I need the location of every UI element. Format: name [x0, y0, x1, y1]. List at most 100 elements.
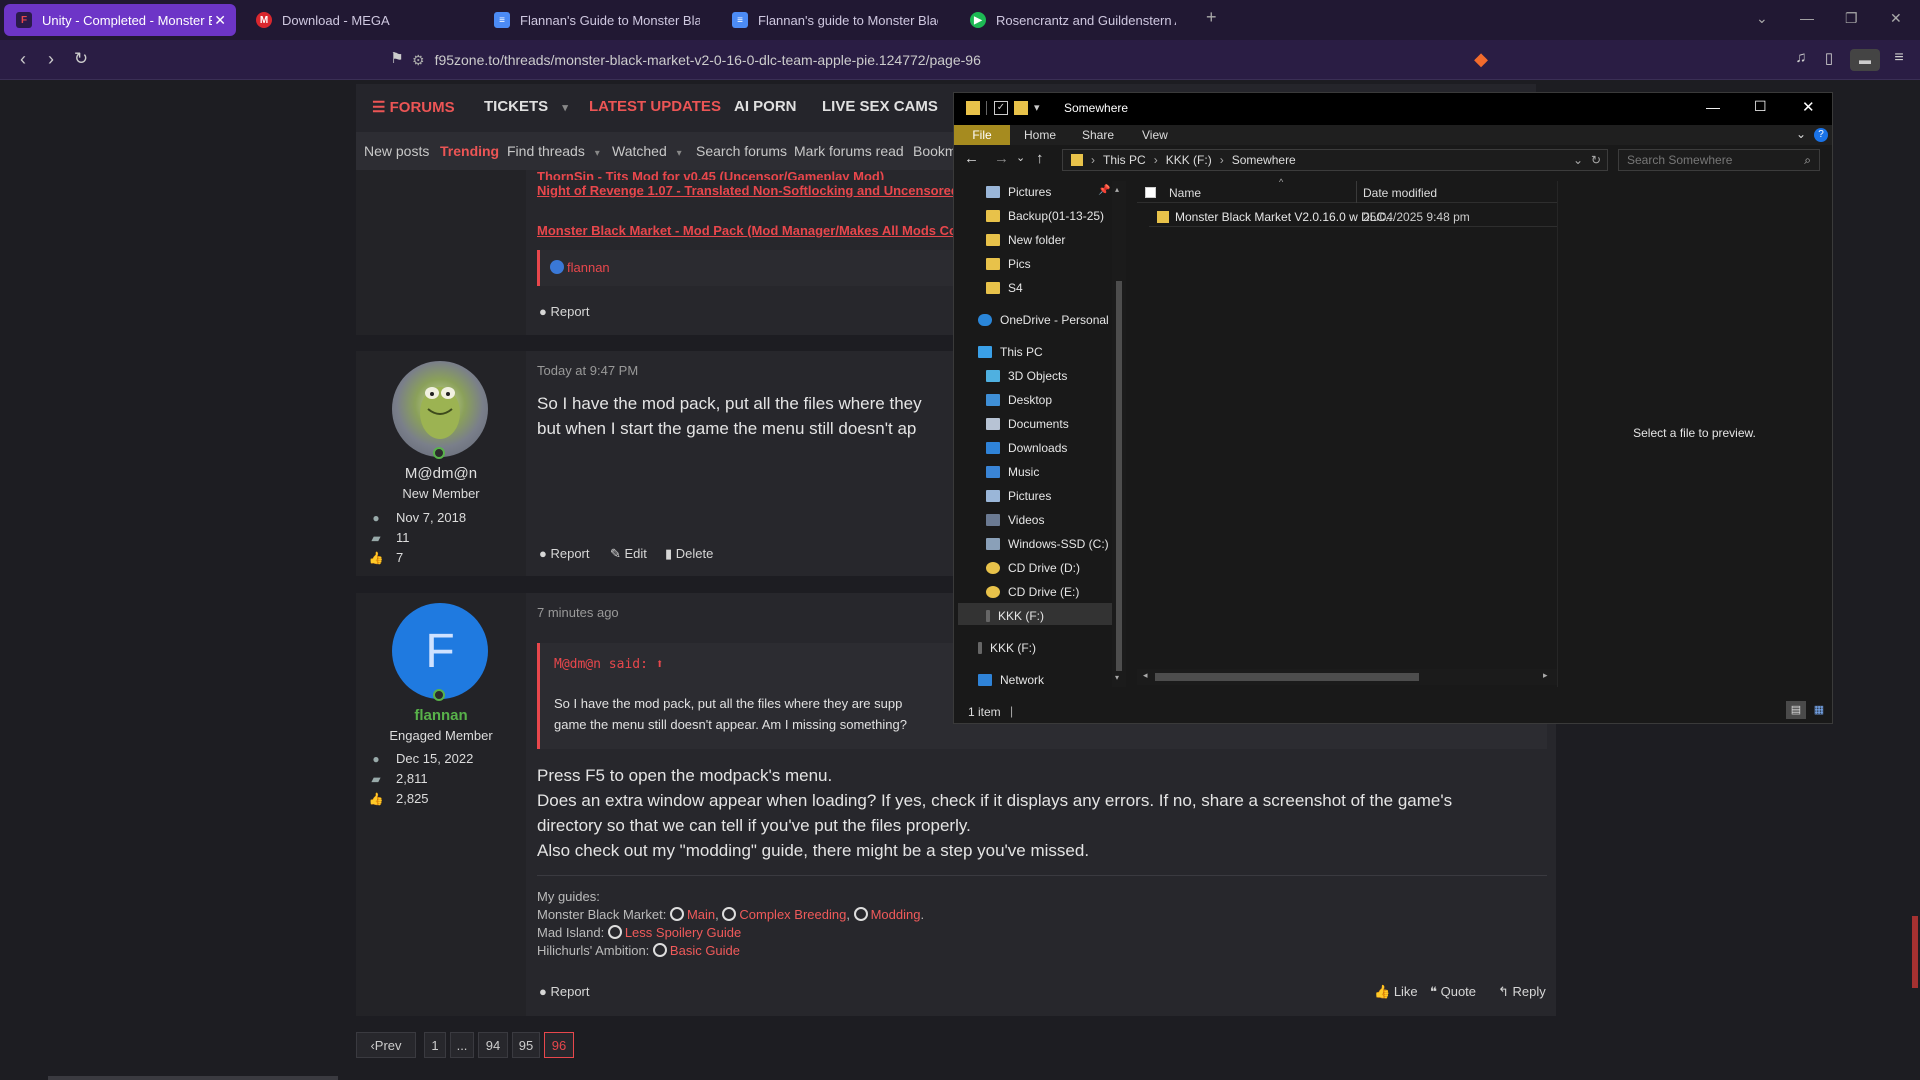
tab-unity[interactable]: F Unity - Completed - Monster B ✕	[4, 4, 236, 36]
help-icon[interactable]: ?	[1814, 128, 1828, 142]
signature-link-night-of-revenge[interactable]: Night of Revenge 1.07 - Translated Non-S…	[537, 183, 957, 198]
ribbon-tab-view[interactable]: View	[1142, 128, 1168, 142]
close-window-icon[interactable]: ✕	[1890, 10, 1902, 27]
guide-link-complex-breeding[interactable]: Complex Breeding	[739, 907, 846, 922]
nav-live-sex-cams[interactable]: LIVE SEX CAMS	[822, 98, 938, 115]
report-button[interactable]: ● Report	[539, 304, 590, 319]
details-view-icon[interactable]: ▤	[1786, 701, 1806, 719]
tab-list-chevron-icon[interactable]: ⌄	[1756, 10, 1768, 27]
scroll-down-icon[interactable]: ▾	[1115, 673, 1119, 682]
nav-item-windows-ssd[interactable]: Windows-SSD (C:)	[986, 537, 1109, 551]
properties-icon[interactable]: ✓	[994, 101, 1008, 115]
minimize-icon[interactable]: —	[1800, 10, 1814, 26]
menu-icon[interactable]: ≡	[1888, 49, 1910, 67]
subnav-find-threads[interactable]: Find threads ▾	[507, 143, 600, 159]
subnav-watched[interactable]: Watched ▾	[612, 143, 682, 159]
nav-item-pictures[interactable]: Pictures	[986, 489, 1051, 503]
explorer-path-bar[interactable]: › This PC › KKK (F:) › Somewhere ⌄ ↻	[1062, 149, 1608, 171]
delete-button[interactable]: ▮ Delete	[665, 546, 713, 562]
nav-scrollbar[interactable]: ▴ ▾	[1112, 181, 1126, 687]
url-field[interactable]: ⚙ f95zone.to/threads/monster-black-marke…	[412, 46, 1512, 74]
column-divider[interactable]	[1356, 181, 1357, 203]
avatar[interactable]: F	[392, 603, 488, 699]
page-95[interactable]: 95	[512, 1032, 540, 1058]
wallet-icon[interactable]: ▬	[1850, 49, 1880, 71]
file-hscrollbar[interactable]: ◂ ▸	[1137, 669, 1557, 685]
nav-item-cd-e[interactable]: CD Drive (E:)	[986, 585, 1079, 599]
scroll-up-icon[interactable]: ▴	[1115, 185, 1119, 194]
nav-item-pictures-quick[interactable]: Pictures	[986, 185, 1051, 199]
signature-link-mbm-mod-pack[interactable]: Monster Black Market - Mod Pack (Mod Man…	[537, 223, 957, 238]
minimize-icon[interactable]: —	[1706, 99, 1720, 115]
back-icon[interactable]: ‹	[12, 49, 34, 70]
guide-link-mad-island[interactable]: Less Spoilery Guide	[625, 925, 741, 940]
ribbon-tab-home[interactable]: Home	[1024, 128, 1056, 142]
select-all-checkbox[interactable]	[1145, 187, 1156, 198]
path-somewhere[interactable]: Somewhere	[1232, 153, 1296, 167]
explorer-search-input[interactable]: Search Somewhere ⌕	[1618, 149, 1820, 171]
scroll-left-icon[interactable]: ◂	[1143, 670, 1148, 681]
nav-item-downloads[interactable]: Downloads	[986, 441, 1067, 455]
nav-scroll-thumb[interactable]	[1116, 281, 1122, 671]
signature-link-thornsin[interactable]: ThornSin - Tits Mod for v0.45 (Uncensor/…	[537, 170, 884, 180]
post-date[interactable]: 7 minutes ago	[537, 605, 619, 620]
nav-item-kkk[interactable]: KKK (F:)	[978, 641, 1036, 655]
close-icon[interactable]: ✕	[1802, 98, 1815, 116]
close-tab-icon[interactable]: ✕	[214, 12, 226, 29]
quote-button[interactable]: ❝ Quote	[1430, 984, 1476, 1000]
report-button[interactable]: ● Report	[539, 984, 590, 999]
nav-item-network[interactable]: Network	[978, 673, 1044, 687]
nav-item-videos[interactable]: Videos	[986, 513, 1044, 527]
nav-latest-updates[interactable]: LATEST UPDATES	[589, 98, 721, 115]
forward-icon[interactable]: ›	[40, 49, 62, 70]
nav-item-new-folder[interactable]: New folder	[986, 233, 1065, 247]
nav-item-pics[interactable]: Pics	[986, 257, 1031, 271]
file-row[interactable]: Monster Black Market V2.0.16.0 w DLC... …	[1149, 207, 1557, 227]
path-this-pc[interactable]: This PC	[1103, 153, 1146, 167]
username[interactable]: M@dm@n	[356, 465, 526, 482]
reload-icon[interactable]: ↻	[70, 49, 92, 69]
horizontal-scrollbar[interactable]	[48, 1076, 338, 1080]
subnav-bookmarks[interactable]: Bookm	[913, 143, 957, 159]
page-96-current[interactable]: 96	[544, 1032, 574, 1058]
mention-user[interactable]: flannan	[550, 260, 610, 275]
nav-item-desktop[interactable]: Desktop	[986, 393, 1052, 407]
file-scroll-thumb[interactable]	[1155, 673, 1419, 681]
edit-button[interactable]: ✎ Edit	[610, 546, 647, 562]
sidebar-icon[interactable]: ▯	[1818, 49, 1840, 67]
subnav-trending[interactable]: Trending	[440, 143, 499, 159]
pagination-prev[interactable]: ‹ Prev	[356, 1032, 416, 1058]
page-94[interactable]: 94	[478, 1032, 508, 1058]
nav-item-music[interactable]: Music	[986, 465, 1039, 479]
quote-author[interactable]: M@dm@n said: ⬆	[554, 657, 664, 672]
large-icons-view-icon[interactable]: ▦	[1810, 701, 1828, 719]
tab-mega[interactable]: M Download - MEGA	[244, 4, 474, 36]
quote-jump-icon[interactable]: ⬆	[656, 657, 664, 672]
restore-icon[interactable]: ❐	[1845, 10, 1858, 27]
column-name-header[interactable]: Name	[1169, 186, 1201, 200]
tab-rosencrantz[interactable]: ▶ Rosencrantz and Guildenstern Are D	[958, 4, 1188, 36]
guide-link-modding[interactable]: Modding	[871, 907, 921, 922]
back-icon[interactable]: ←	[964, 150, 979, 167]
nav-item-3d-objects[interactable]: 3D Objects	[986, 369, 1067, 383]
pin-icon[interactable]: 📌	[1098, 185, 1110, 196]
tab-guide-2[interactable]: ≡ Flannan's guide to Monster Black M	[720, 4, 950, 36]
nav-ai-porn[interactable]: AI PORN	[734, 98, 797, 115]
nav-item-cd-d[interactable]: CD Drive (D:)	[986, 561, 1080, 575]
bookmark-icon[interactable]: ⚑	[386, 49, 408, 67]
path-kkk-drive[interactable]: KKK (F:)	[1166, 153, 1212, 167]
nav-item-documents[interactable]: Documents	[986, 417, 1069, 431]
subnav-mark-read[interactable]: Mark forums read	[794, 143, 904, 159]
nav-item-this-pc[interactable]: This PC	[978, 345, 1043, 359]
like-button[interactable]: 👍 Like	[1374, 984, 1418, 1000]
ribbon-tab-share[interactable]: Share	[1082, 128, 1114, 142]
reply-button[interactable]: ↰ Reply	[1498, 984, 1546, 1000]
forward-icon[interactable]: →	[994, 150, 1009, 167]
new-tab-icon[interactable]: +	[1206, 7, 1217, 28]
new-folder-icon[interactable]	[1014, 101, 1028, 115]
tab-guide-1[interactable]: ≡ Flannan's Guide to Monster Black M	[482, 4, 712, 36]
nav-item-s4[interactable]: S4	[986, 281, 1023, 295]
column-date-header[interactable]: Date modified	[1363, 186, 1437, 200]
guide-link-hilichurls[interactable]: Basic Guide	[670, 943, 740, 958]
scroll-right-icon[interactable]: ▸	[1543, 670, 1548, 681]
